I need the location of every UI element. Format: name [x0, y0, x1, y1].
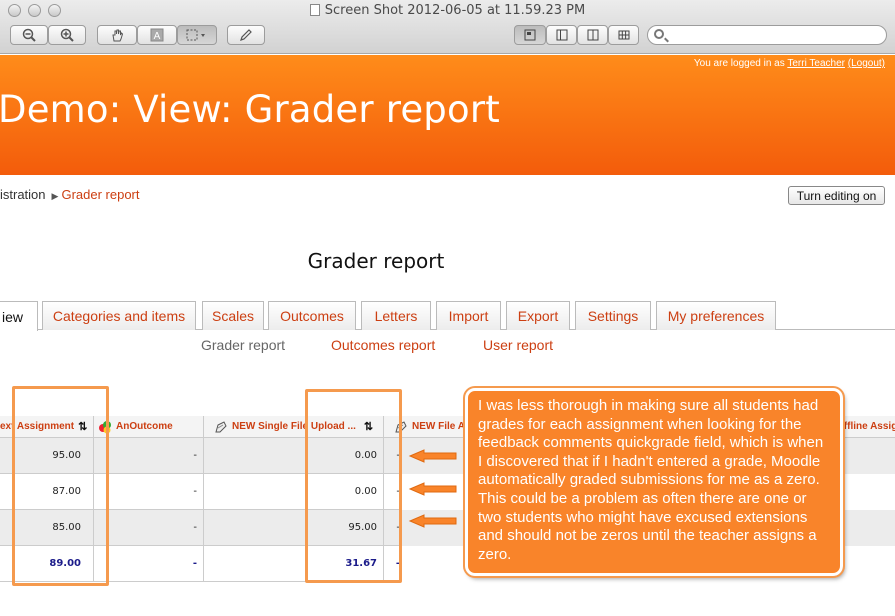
zoom-out-icon — [22, 28, 36, 42]
tab-outcomes[interactable]: Outcomes — [268, 301, 356, 330]
callout-arrow-icon — [408, 514, 457, 528]
annotation-note: I was less thorough in making sure all s… — [463, 386, 845, 578]
tab-export[interactable]: Export — [506, 301, 570, 330]
subtab-grader-report[interactable]: Grader report — [201, 337, 285, 353]
annotate-button[interactable] — [227, 25, 265, 45]
svg-text:A: A — [154, 31, 161, 42]
report-heading: Grader report — [307, 249, 445, 273]
tab-letters[interactable]: Letters — [361, 301, 431, 330]
assignment-icon — [215, 420, 227, 432]
turn-editing-on-button[interactable]: Turn editing on — [788, 186, 885, 205]
column-header-outcome[interactable]: AnOutcome — [94, 416, 204, 438]
highlight-box-upload-column — [305, 389, 402, 583]
text-tool-icon: A — [150, 28, 164, 42]
text-select-button[interactable]: A — [137, 25, 177, 45]
column-header-label: NEW File A — [412, 421, 465, 432]
subtab-outcomes-report[interactable]: Outcomes report — [331, 337, 435, 353]
login-info: You are logged in as Terri Teacher (Logo… — [694, 58, 885, 69]
breadcrumb-item-administration[interactable]: istration — [0, 187, 46, 202]
zoom-in-icon — [60, 28, 74, 42]
tab-view[interactable]: iew — [0, 301, 38, 331]
sidebar-icon — [556, 29, 567, 41]
marquee-select-icon — [186, 29, 205, 41]
login-prefix: You are logged in as — [693, 58, 785, 69]
breadcrumb-item-grader-report[interactable]: Grader report — [61, 187, 139, 202]
window-title: Screen Shot 2012-06-05 at 11.59.23 PM — [0, 3, 895, 18]
window-titlebar: Screen Shot 2012-06-05 at 11.59.23 PM A — [0, 0, 895, 54]
breadcrumb-arrow-icon: ▶ — [51, 191, 59, 201]
page-title: Demo: View: Grader report — [0, 88, 500, 131]
zoom-in-button[interactable] — [48, 25, 86, 45]
sidebar-view-button[interactable] — [546, 25, 577, 45]
grade-cell[interactable]: - — [94, 474, 204, 510]
tab-settings[interactable]: Settings — [575, 301, 651, 330]
two-page-view-button[interactable] — [577, 25, 608, 45]
subtab-user-report[interactable]: User report — [483, 337, 553, 353]
hand-icon — [112, 29, 124, 42]
column-header-label: AnOutcome — [116, 421, 173, 432]
average-cell: - — [94, 546, 204, 582]
callout-arrow-icon — [408, 482, 457, 496]
single-page-view-button[interactable] — [514, 25, 546, 45]
window-title-text: Screen Shot 2012-06-05 at 11.59.23 PM — [324, 3, 586, 18]
document-icon — [309, 4, 320, 16]
callout-arrow-icon — [408, 449, 457, 463]
highlight-box-assignment-column — [12, 386, 109, 586]
pencil-icon — [240, 29, 252, 41]
search-field[interactable] — [647, 25, 887, 45]
two-page-icon — [587, 29, 598, 41]
zoom-out-button[interactable] — [10, 25, 48, 45]
user-name-link[interactable]: Terri Teacher — [787, 58, 845, 69]
column-header-label: Offline Assig — [836, 421, 895, 432]
hand-tool-button[interactable] — [97, 25, 137, 45]
logout-link[interactable]: (Logout) — [848, 58, 885, 69]
grade-cell[interactable]: - — [94, 438, 204, 474]
breadcrumb: istration ▶ Grader report — [0, 187, 140, 202]
search-icon — [654, 29, 664, 39]
contact-sheet-view-button[interactable] — [608, 25, 639, 45]
tab-categories-and-items[interactable]: Categories and items — [42, 301, 196, 330]
grade-cell[interactable]: - — [94, 510, 204, 546]
grid-icon — [618, 30, 629, 40]
single-page-icon — [524, 29, 536, 41]
rect-select-button[interactable] — [177, 25, 217, 45]
tab-my-preferences[interactable]: My preferences — [656, 301, 776, 330]
tab-import[interactable]: Import — [436, 301, 501, 330]
tab-scales[interactable]: Scales — [202, 301, 264, 330]
